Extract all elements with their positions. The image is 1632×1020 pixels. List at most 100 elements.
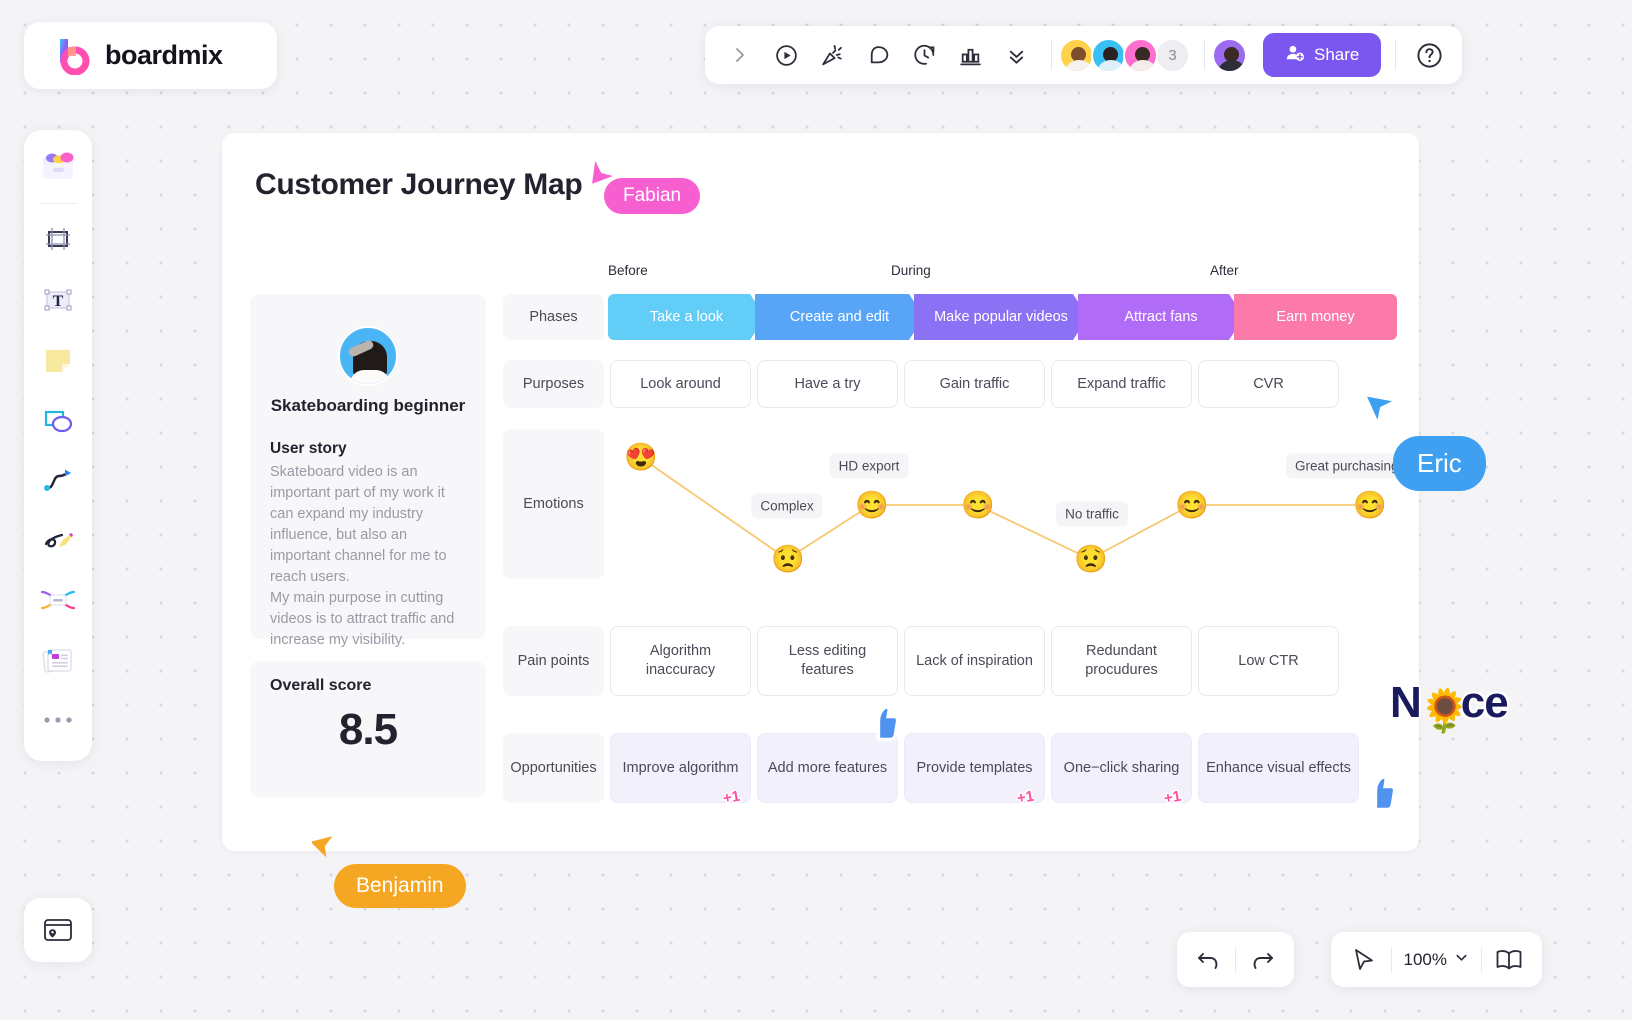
purpose-label: Look around bbox=[640, 375, 721, 392]
opportunity-label: Enhance visual effects bbox=[1206, 759, 1351, 776]
shape-tool[interactable] bbox=[31, 393, 85, 447]
opportunity-cell[interactable]: Provide templates +1 bbox=[904, 733, 1045, 807]
pain-point-cell[interactable]: Algorithm inaccuracy bbox=[610, 626, 751, 696]
purpose-cell[interactable]: CVR bbox=[1198, 360, 1339, 408]
toolbar-divider bbox=[1395, 40, 1397, 70]
phase-label: Take a look bbox=[649, 309, 724, 325]
timer-icon[interactable] bbox=[903, 34, 945, 76]
opportunity-cell[interactable]: Enhance visual effects bbox=[1198, 733, 1359, 803]
phase-label: Attract fans bbox=[1124, 309, 1198, 325]
opportunity-cell[interactable]: One−click sharing +1 bbox=[1051, 733, 1192, 807]
toolbar-divider bbox=[1051, 40, 1052, 70]
row-label-purposes: Purposes bbox=[503, 360, 604, 408]
emotion-marker-sad[interactable]: 😟 bbox=[1074, 542, 1108, 576]
frame-tool[interactable] bbox=[31, 213, 85, 267]
emotion-marker-love[interactable]: 😍 bbox=[624, 440, 658, 474]
pain-point-cell[interactable]: Lack of inspiration bbox=[904, 626, 1045, 696]
emotion-marker-happy[interactable]: 😊 bbox=[855, 488, 889, 522]
phase-chevron[interactable]: Make popular videos bbox=[914, 294, 1088, 340]
vote-badge[interactable]: +1 bbox=[1162, 787, 1183, 809]
purpose-cell[interactable]: Look around bbox=[610, 360, 751, 408]
phase-chevron[interactable]: Take a look bbox=[608, 294, 765, 340]
board-overview-tool[interactable] bbox=[24, 898, 92, 962]
purpose-cell[interactable]: Have a try bbox=[757, 360, 898, 408]
party-popper-icon[interactable] bbox=[811, 34, 853, 76]
sticky-note-tool[interactable] bbox=[31, 333, 85, 387]
emotion-marker-happy[interactable]: 😊 bbox=[961, 488, 995, 522]
emotion-marker-sad[interactable]: 😟 bbox=[771, 542, 805, 576]
toolbar-divider bbox=[1390, 946, 1392, 973]
share-button[interactable]: Share bbox=[1263, 33, 1382, 77]
opportunity-cell[interactable]: Improve algorithm +1 bbox=[610, 733, 751, 807]
user-story-body: Skateboard video is an important part of… bbox=[270, 464, 455, 648]
view-toolbar: 100% bbox=[1330, 932, 1542, 987]
undo-icon[interactable] bbox=[1187, 939, 1229, 981]
board-canvas[interactable]: Customer Journey Map Skateboarding begin… bbox=[222, 133, 1449, 851]
page-title: Customer Journey Map bbox=[255, 168, 583, 201]
purpose-label: Gain traffic bbox=[939, 375, 1010, 392]
zoom-level-control[interactable]: 100% bbox=[1398, 950, 1475, 970]
pen-tool[interactable] bbox=[31, 513, 85, 567]
templates-tool[interactable] bbox=[31, 140, 85, 194]
avatar[interactable] bbox=[1091, 37, 1126, 73]
chevron-double-down-icon[interactable] bbox=[995, 34, 1037, 76]
persona-avatar bbox=[338, 326, 398, 386]
chevron-down-icon bbox=[1454, 950, 1469, 970]
collaborator-count[interactable]: 3 bbox=[1155, 37, 1190, 73]
emotion-note[interactable]: No traffic bbox=[1056, 501, 1128, 527]
zoom-level-value: 100% bbox=[1403, 949, 1447, 969]
pain-point-cell[interactable]: Redundant procudures bbox=[1051, 626, 1192, 696]
toolbar-divider bbox=[1235, 946, 1236, 973]
phase-chevron[interactable]: Create and edit bbox=[755, 294, 924, 340]
mindmap-tool[interactable] bbox=[31, 573, 85, 627]
emotion-marker-happy[interactable]: 😊 bbox=[1353, 488, 1387, 522]
pain-point-cell[interactable]: Less editing features bbox=[757, 626, 898, 696]
emotion-note[interactable]: Complex bbox=[751, 493, 823, 519]
vote-badge[interactable]: +1 bbox=[1015, 787, 1036, 809]
redo-icon[interactable] bbox=[1242, 939, 1284, 981]
nice-sticker[interactable]: N 🌻 ce bbox=[1390, 678, 1509, 734]
opportunity-label: Provide templates bbox=[916, 759, 1033, 776]
share-label: Share bbox=[1314, 45, 1360, 64]
purpose-label: Expand traffic bbox=[1077, 375, 1166, 392]
persona-name: Skateboarding beginner bbox=[270, 396, 466, 415]
row-label-pain-points: Pain points bbox=[503, 626, 604, 696]
document-tool[interactable] bbox=[31, 633, 85, 687]
comment-bubble-icon[interactable] bbox=[857, 34, 899, 76]
emotions-chart[interactable]: Complex HD export No traffic Great purch… bbox=[607, 429, 1449, 579]
phase-chevron[interactable]: Earn money bbox=[1234, 294, 1397, 340]
vote-chart-icon[interactable] bbox=[949, 34, 991, 76]
emotion-note[interactable]: HD export bbox=[829, 453, 909, 479]
text-tool[interactable]: T bbox=[31, 273, 85, 327]
purpose-cell[interactable]: Gain traffic bbox=[904, 360, 1045, 408]
emotion-marker-happy[interactable]: 😊 bbox=[1175, 488, 1209, 522]
purpose-label: Have a try bbox=[794, 375, 861, 392]
avatar[interactable] bbox=[1123, 37, 1158, 73]
help-icon[interactable] bbox=[1410, 36, 1448, 74]
sunflower-icon: 🌻 bbox=[1418, 687, 1472, 734]
phase-label: Create and edit bbox=[789, 309, 890, 325]
overall-score-card[interactable]: Overall score 8.5 bbox=[250, 661, 486, 797]
current-user-avatar[interactable] bbox=[1212, 37, 1247, 73]
pain-point-cell[interactable]: Low CTR bbox=[1198, 626, 1339, 696]
logo-wordmark: boardmix bbox=[105, 40, 223, 70]
phase-label: Earn money bbox=[1276, 309, 1355, 325]
cursor-label-eric: Eric bbox=[1393, 436, 1486, 491]
persona-card[interactable]: Skateboarding beginner User story Skateb… bbox=[250, 294, 486, 648]
play-circle-icon[interactable] bbox=[765, 34, 807, 76]
more-tools[interactable] bbox=[31, 693, 85, 747]
app-logo[interactable]: boardmix bbox=[24, 22, 277, 89]
connector-tool[interactable] bbox=[31, 453, 85, 507]
avatar[interactable] bbox=[1059, 37, 1094, 73]
chevron-right-icon[interactable] bbox=[719, 34, 761, 76]
toolbar-divider bbox=[1204, 40, 1205, 70]
thumbs-up-reaction[interactable] bbox=[1365, 776, 1396, 818]
book-icon[interactable] bbox=[1488, 939, 1530, 981]
pointer-icon[interactable] bbox=[1343, 939, 1385, 981]
nice-sticker-text-before: N bbox=[1390, 678, 1422, 727]
purpose-cell[interactable]: Expand traffic bbox=[1051, 360, 1192, 408]
phase-chevron[interactable]: Attract fans bbox=[1078, 294, 1244, 340]
vote-badge[interactable]: +1 bbox=[721, 787, 742, 809]
emotion-line bbox=[639, 456, 1369, 561]
thumbs-up-reaction[interactable] bbox=[868, 706, 899, 748]
